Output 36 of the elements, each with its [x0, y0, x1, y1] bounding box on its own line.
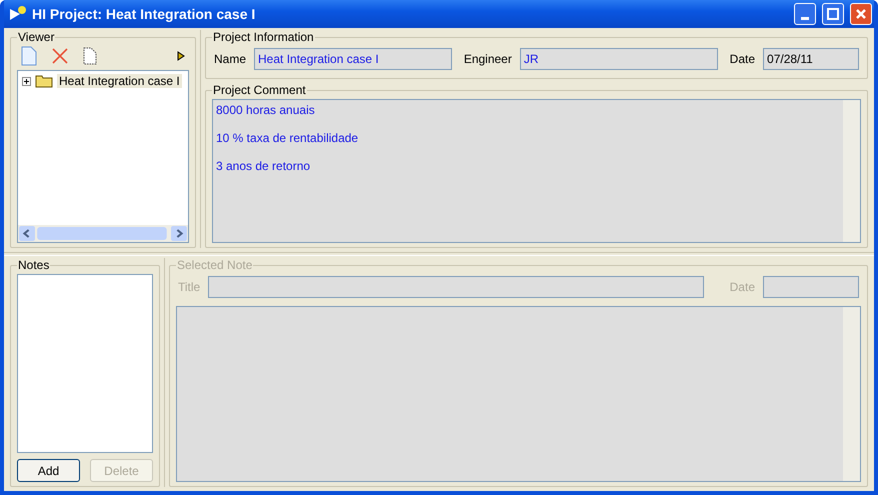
delete-icon[interactable] — [51, 47, 69, 65]
window-title: HI Project: Heat Integration case I — [32, 6, 256, 22]
text-field[interactable]: JR — [520, 48, 718, 70]
minimize-icon — [801, 16, 809, 20]
maximize-button[interactable] — [822, 3, 844, 25]
maximize-icon — [827, 8, 839, 20]
copy-icon[interactable] — [83, 47, 97, 65]
horizontal-scrollbar[interactable] — [18, 225, 188, 242]
group-label: Project Comment — [212, 83, 307, 97]
comment-line: 3 anos de retorno — [216, 159, 312, 173]
vertical-scrollbar[interactable] — [843, 100, 860, 242]
flag-icon — [8, 5, 28, 23]
folder-icon — [35, 74, 53, 88]
text-field[interactable]: Heat Integration case I — [254, 48, 452, 70]
group-label: Project Information — [212, 30, 315, 44]
new-document-icon[interactable] — [21, 46, 37, 66]
minimize-button[interactable] — [794, 3, 816, 25]
close-icon — [855, 8, 867, 20]
field-label: Title — [178, 280, 200, 294]
comment-line: 10 % taxa de rentabilidade — [216, 131, 360, 145]
expand-icon[interactable] — [22, 77, 31, 86]
field-label: Engineer — [464, 52, 512, 66]
tree-item[interactable]: Heat Integration case I — [57, 74, 182, 88]
close-button[interactable] — [850, 3, 872, 25]
field-label: Date — [730, 280, 755, 294]
note-button[interactable]: Add — [17, 459, 80, 482]
group-label: Viewer — [17, 30, 56, 44]
comment-line: 8000 horas anuais — [216, 103, 316, 117]
notes-list[interactable] — [17, 274, 153, 453]
play-arrow-icon[interactable] — [177, 51, 185, 61]
field-label: Name — [214, 52, 246, 66]
text-field[interactable]: 07/28/11 — [763, 48, 860, 70]
field-label: Date — [730, 52, 756, 66]
group-label: Selected Note — [176, 258, 254, 272]
group-label: Notes — [17, 258, 50, 272]
comment-area[interactable]: 8000 horas anuais 10 % taxa de rentabilidade 3 anos de retorno — [212, 99, 861, 243]
